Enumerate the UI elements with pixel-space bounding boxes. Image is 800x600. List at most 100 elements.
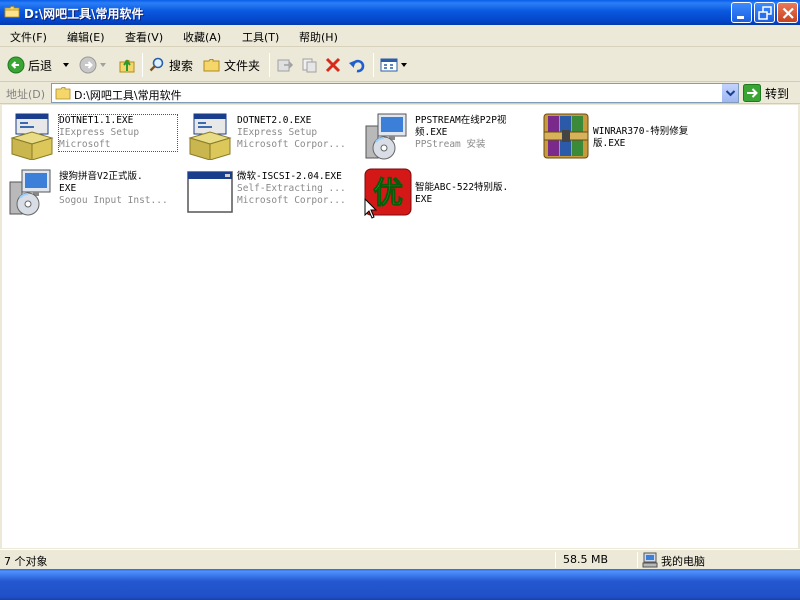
address-dropdown-button[interactable] <box>721 84 738 102</box>
mouse-pointer-icon <box>364 198 378 219</box>
menu-tools[interactable]: 工具(T) <box>242 29 279 45</box>
setup-cd-icon <box>365 113 407 160</box>
go-label: 转到 <box>765 86 790 101</box>
file-item-ppstream[interactable]: PPSTREAM在线P2P视 频.EXE PPStream 安装 <box>364 112 539 162</box>
file-name: PPSTREAM在线P2P视 <box>415 115 507 126</box>
menu-favorites[interactable]: 收藏(A) <box>183 29 221 45</box>
undo-icon <box>349 59 365 73</box>
file-name: DOTNET1.1.EXE <box>59 115 134 126</box>
address-value: D:\网吧工具\常用软件 <box>74 89 182 102</box>
menu-bar: 文件(F) 编辑(E) 查看(V) 收藏(A) 工具(T) 帮助(H) <box>0 25 800 72</box>
delete-button[interactable] <box>324 53 342 77</box>
up-folder-icon <box>119 59 135 73</box>
address-input[interactable]: D:\网吧工具\常用软件 <box>51 83 739 103</box>
search-label: 搜索 <box>169 58 194 73</box>
views-dropdown-icon[interactable] <box>401 63 407 67</box>
explorer-window: D:\网吧工具\常用软件 文件(F) 编辑(E) 查看(V) 收藏(A) 工具(… <box>0 0 800 569</box>
file-description: PPStream 安装 <box>415 139 486 150</box>
search-button[interactable]: 搜索 <box>148 53 193 77</box>
file-label: PPSTREAM在线P2P视 频.EXE PPStream 安装 <box>415 115 533 151</box>
back-button[interactable]: 后退 <box>7 53 70 77</box>
winrar-icon <box>543 113 589 159</box>
close-button[interactable] <box>777 2 798 23</box>
file-name: WINRAR370-特别修复 <box>593 126 689 137</box>
status-separator <box>555 552 556 568</box>
file-description: Sogou Input Inst... <box>59 195 168 206</box>
folder-icon <box>4 6 20 18</box>
go-arrow-icon <box>743 84 761 102</box>
status-separator <box>637 552 638 568</box>
file-name: DOTNET2.0.EXE <box>237 115 312 126</box>
file-item-iscsi[interactable]: 微软-ISCSI-2.04.EXE Self-Extracting ... Mi… <box>186 168 361 218</box>
file-label: WINRAR370-特别修复 版.EXE <box>593 126 711 150</box>
forward-arrow-icon <box>79 56 97 74</box>
toolbar-separator <box>142 53 143 77</box>
forward-button[interactable] <box>79 53 106 77</box>
back-dropdown-icon[interactable] <box>63 63 70 67</box>
toolbar-separator <box>269 53 270 77</box>
file-name: 搜狗拼音V2正式版. <box>59 171 143 182</box>
menu-view[interactable]: 查看(V) <box>125 29 163 45</box>
setup-cd-icon <box>9 169 51 216</box>
file-name: 微软-ISCSI-2.04.EXE <box>237 171 342 182</box>
file-label: DOTNET2.0.EXE IExpress Setup Microsoft C… <box>237 115 355 151</box>
file-item-dotnet11[interactable]: DOTNET1.1.EXE IExpress Setup Microsoft <box>8 112 183 162</box>
minimize-button[interactable] <box>731 2 752 23</box>
file-label: 智能ABC-522特别版. EXE <box>415 182 533 206</box>
window-title: D:\网吧工具\常用软件 <box>24 7 144 21</box>
status-size: 58.5 MB <box>563 553 609 566</box>
toolbar: 后退 搜索 文件夹 <box>0 47 800 82</box>
move-to-button[interactable] <box>276 53 294 77</box>
file-name-continued: EXE <box>59 183 77 194</box>
close-icon <box>782 7 794 19</box>
file-description: IExpress Setup <box>59 127 140 138</box>
views-button[interactable] <box>380 53 407 77</box>
address-bar: 地址(D) D:\网吧工具\常用软件 转到 <box>0 82 800 104</box>
application-window-icon <box>187 171 233 213</box>
file-company: Microsoft Corpor... <box>237 195 346 206</box>
folders-icon <box>203 59 220 72</box>
copy-to-icon <box>302 58 317 73</box>
file-name-continued: 频.EXE <box>415 127 448 138</box>
go-button[interactable]: 转到 <box>743 83 797 103</box>
folders-label: 文件夹 <box>224 58 261 73</box>
file-name-continued: EXE <box>415 194 433 205</box>
installer-box-icon <box>10 113 54 160</box>
file-description: Self-Extracting ... <box>237 183 346 194</box>
folder-icon <box>55 87 71 100</box>
delete-x-icon <box>325 57 341 73</box>
status-location: 我的电脑 <box>661 555 705 568</box>
folders-button[interactable]: 文件夹 <box>203 53 260 77</box>
file-item-winrar[interactable]: WINRAR370-特别修复 版.EXE <box>542 112 717 162</box>
minimize-icon <box>737 16 744 19</box>
search-icon <box>149 57 164 72</box>
move-to-icon <box>277 59 294 72</box>
menu-help[interactable]: 帮助(H) <box>299 29 338 45</box>
forward-dropdown-icon[interactable] <box>100 63 106 67</box>
chevron-down-icon <box>725 90 736 97</box>
file-item-sogou[interactable]: 搜狗拼音V2正式版. EXE Sogou Input Inst... <box>8 168 183 218</box>
up-folder-button[interactable] <box>118 53 136 77</box>
title-bar[interactable]: D:\网吧工具\常用软件 <box>0 0 800 25</box>
file-item-abc[interactable]: 优 智能ABC-522特别版. EXE <box>364 168 539 218</box>
address-label: 地址(D) <box>6 88 46 101</box>
file-label: DOTNET1.1.EXE IExpress Setup Microsoft <box>58 114 178 152</box>
restore-icon <box>758 6 772 20</box>
file-label: 微软-ISCSI-2.04.EXE Self-Extracting ... Mi… <box>237 171 355 207</box>
file-item-dotnet20[interactable]: DOTNET2.0.EXE IExpress Setup Microsoft C… <box>186 112 361 162</box>
toolbar-separator <box>373 53 374 77</box>
file-label: 搜狗拼音V2正式版. EXE Sogou Input Inst... <box>59 171 177 207</box>
installer-box-icon <box>188 113 232 160</box>
file-list-pane[interactable]: DOTNET1.1.EXE IExpress Setup Microsoft D… <box>2 105 798 548</box>
status-object-count: 7 个对象 <box>4 555 48 568</box>
restore-button[interactable] <box>754 2 775 23</box>
taskbar <box>0 569 800 600</box>
menu-edit[interactable]: 编辑(E) <box>67 29 105 45</box>
file-company: Microsoft <box>59 139 111 150</box>
menu-file[interactable]: 文件(F) <box>10 29 47 45</box>
file-description: IExpress Setup <box>237 127 318 138</box>
copy-to-button[interactable] <box>300 53 318 77</box>
undo-button[interactable] <box>348 53 366 77</box>
my-computer-icon <box>642 552 658 568</box>
back-arrow-icon <box>7 56 25 74</box>
